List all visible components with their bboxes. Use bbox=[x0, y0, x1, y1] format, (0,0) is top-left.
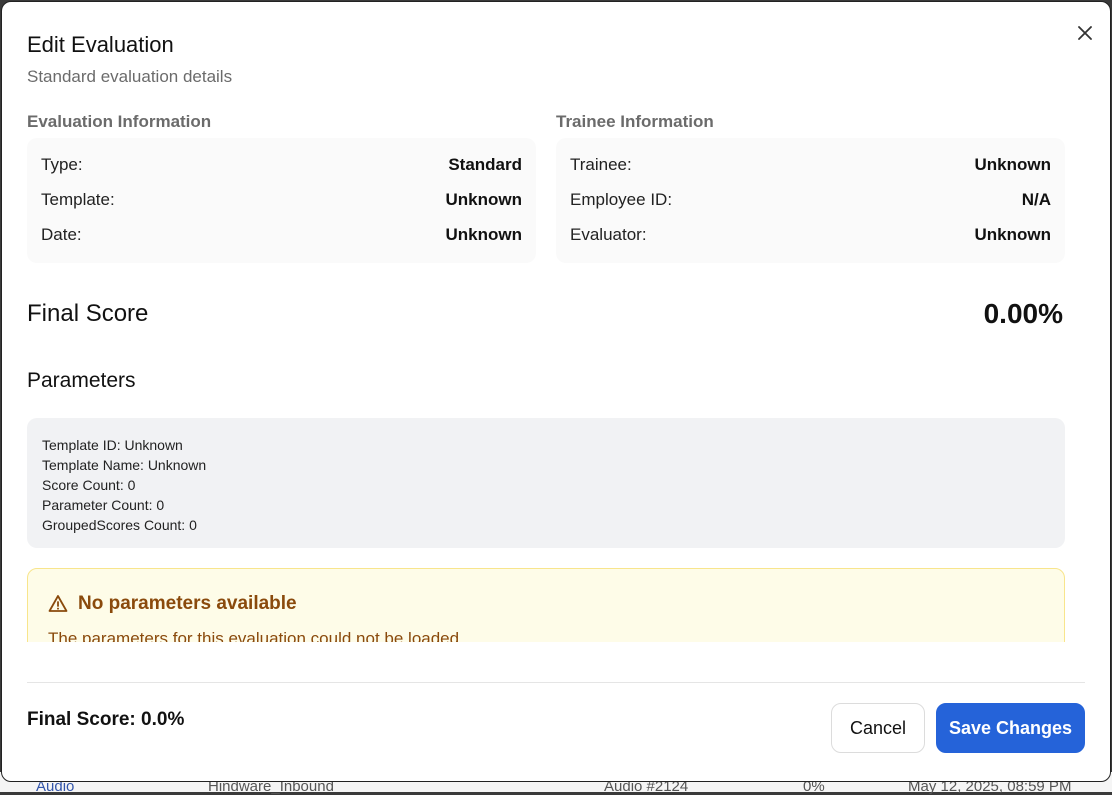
parameters-heading: Parameters bbox=[27, 369, 136, 392]
edit-evaluation-dialog: Edit Evaluation Standard evaluation deta… bbox=[1, 1, 1111, 782]
info-row-template: Template: Unknown bbox=[41, 190, 522, 225]
save-changes-button[interactable]: Save Changes bbox=[936, 703, 1085, 753]
debug-line-parameter-count: Parameter Count: 0 bbox=[42, 497, 165, 513]
close-button[interactable] bbox=[1074, 22, 1096, 44]
info-label: Evaluator: bbox=[570, 225, 647, 244]
info-label: Employee ID: bbox=[570, 190, 673, 209]
debug-line-grouped-scores-count: GroupedScores Count: 0 bbox=[42, 517, 197, 533]
warning-title: No parameters available bbox=[78, 593, 297, 614]
info-value: Unknown bbox=[445, 225, 523, 244]
parameters-debug-info: Template ID: Unknown Template Name: Unkn… bbox=[27, 418, 1065, 548]
dialog-subtitle: Standard evaluation details bbox=[27, 67, 233, 86]
info-value: Unknown bbox=[974, 225, 1052, 244]
trainee-info-card: Trainee: Unknown Employee ID: N/A Evalua… bbox=[556, 138, 1065, 263]
info-label: Date: bbox=[41, 225, 82, 244]
debug-line-template-name: Template Name: Unknown bbox=[42, 457, 207, 473]
evaluation-info-heading: Evaluation Information bbox=[27, 112, 212, 131]
cancel-button[interactable]: Cancel bbox=[831, 703, 925, 753]
info-row-evaluator: Evaluator: Unknown bbox=[570, 225, 1051, 260]
info-value: Unknown bbox=[974, 155, 1052, 174]
debug-line-template-id: Template ID: Unknown bbox=[42, 437, 183, 453]
info-label: Type: bbox=[41, 155, 83, 174]
scroll-area-clip bbox=[2, 642, 1110, 682]
warning-triangle-icon bbox=[48, 595, 68, 612]
close-icon bbox=[1078, 26, 1092, 40]
footer-final-score: Final Score: 0.0% bbox=[27, 709, 185, 730]
info-row-type: Type: Standard bbox=[41, 155, 522, 190]
evaluation-info-card: Type: Standard Template: Unknown Date: U… bbox=[27, 138, 536, 263]
info-row-trainee: Trainee: Unknown bbox=[570, 155, 1051, 190]
info-row-employee-id: Employee ID: N/A bbox=[570, 190, 1051, 225]
info-value: Standard bbox=[448, 155, 522, 174]
trainee-info-heading: Trainee Information bbox=[556, 112, 714, 131]
debug-line-score-count: Score Count: 0 bbox=[42, 477, 136, 493]
final-score-label: Final Score bbox=[27, 300, 149, 327]
final-score-value: 0.00% bbox=[983, 298, 1063, 329]
info-label: Template: bbox=[41, 190, 115, 209]
footer-divider bbox=[27, 682, 1085, 683]
dialog-title: Edit Evaluation bbox=[27, 32, 174, 57]
info-value: N/A bbox=[1021, 190, 1051, 209]
warning-title-row: No parameters available bbox=[48, 593, 1044, 615]
info-row-date: Date: Unknown bbox=[41, 225, 522, 260]
info-label: Trainee: bbox=[570, 155, 632, 174]
info-value: Unknown bbox=[445, 190, 523, 209]
